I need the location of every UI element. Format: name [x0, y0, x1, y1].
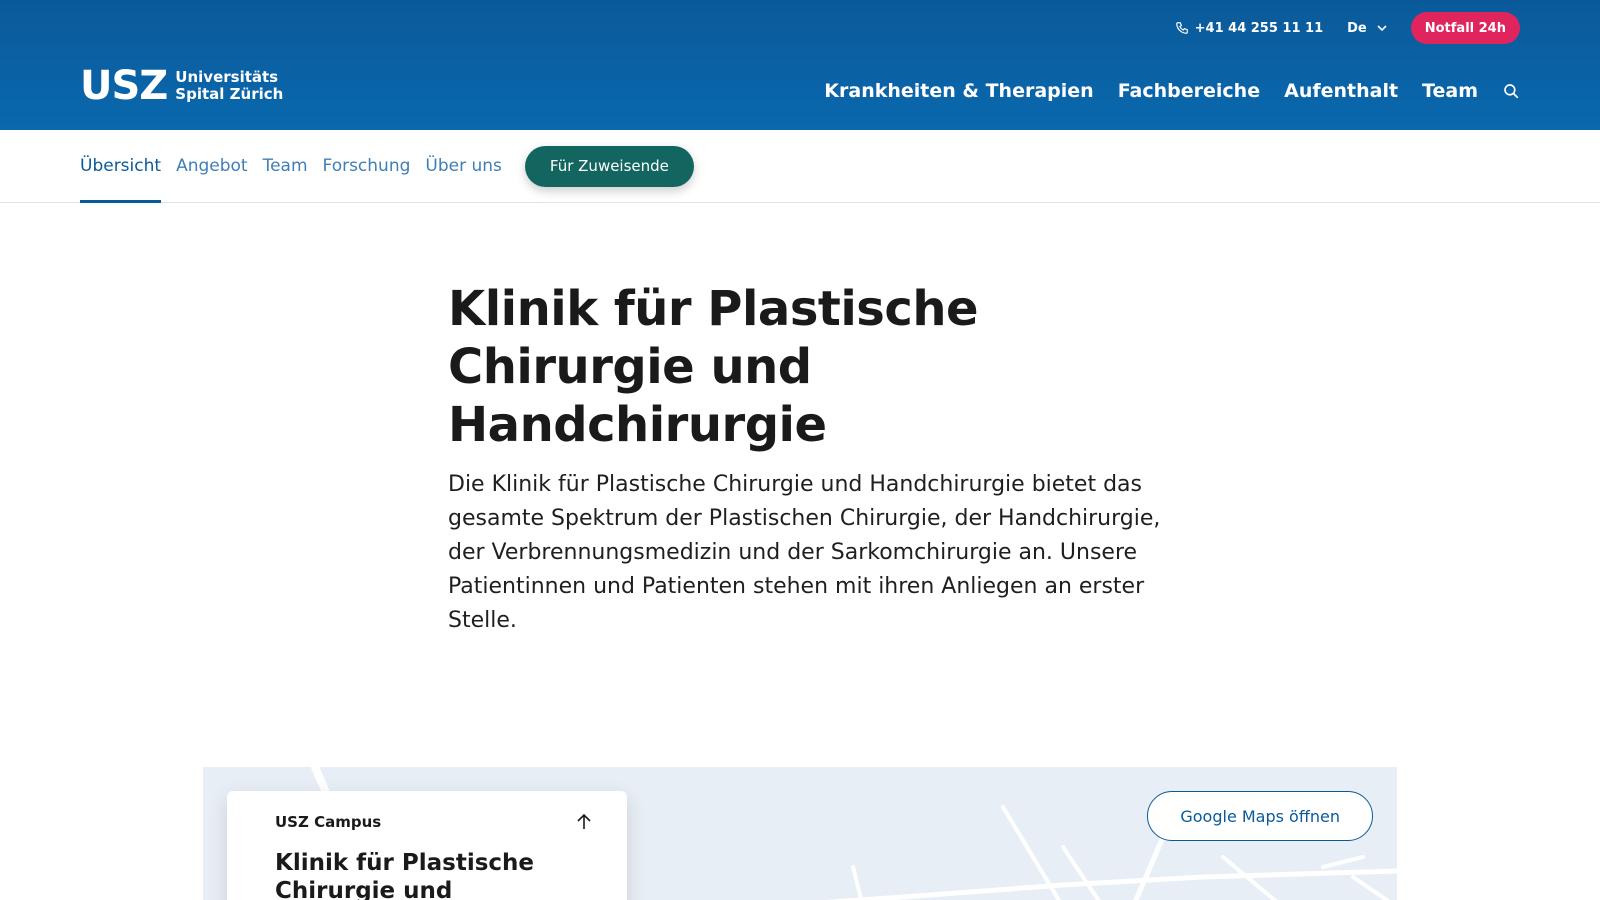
- subnav-item-uebersicht[interactable]: Übersicht: [80, 130, 162, 203]
- logo-line-2: Spital Zürich: [175, 85, 284, 103]
- nav-item-krankheiten[interactable]: Krankheiten & Therapien: [824, 80, 1093, 102]
- location-card[interactable]: USZ Campus Klinik für Plastische Chirurg…: [227, 791, 627, 900]
- card-title: Klinik für Plastische Chirurgie und Hand…: [275, 850, 535, 900]
- language-label: De: [1347, 20, 1367, 36]
- logo-wordmark: Universitäts Spital Zürich: [175, 69, 283, 103]
- subnav-item-ueber-uns[interactable]: Über uns: [425, 130, 502, 202]
- logo-mark: USZ: [80, 63, 168, 109]
- search-icon[interactable]: [1502, 82, 1520, 100]
- chevron-down-icon: [1377, 25, 1387, 32]
- subnav-item-angebot[interactable]: Angebot: [176, 130, 248, 202]
- subnav-item-team[interactable]: Team: [263, 130, 308, 202]
- referrer-button[interactable]: Für Zuweisende: [524, 145, 694, 187]
- google-maps-button[interactable]: Google Maps öffnen: [1147, 791, 1373, 841]
- phone-link[interactable]: +41 44 255 11 11: [1175, 20, 1324, 36]
- nav-item-fachbereiche[interactable]: Fachbereiche: [1118, 80, 1260, 102]
- section-subnav: Übersicht Angebot Team Forschung Über un…: [0, 130, 1600, 203]
- nav-item-team[interactable]: Team: [1422, 80, 1478, 102]
- hero-section: Klinik für Plastische Chirurgie und Hand…: [448, 280, 1168, 638]
- nav-item-aufenthalt[interactable]: Aufenthalt: [1284, 80, 1398, 102]
- intro-text: Die Klinik für Plastische Chirurgie und …: [448, 472, 1161, 633]
- main-nav: Krankheiten & Therapien Fachbereiche Auf…: [824, 80, 1520, 102]
- site-header: +41 44 255 11 11 De Notfall 24h USZ Univ…: [0, 0, 1600, 130]
- location-map[interactable]: USZ Campus Klinik für Plastische Chirurg…: [203, 767, 1397, 900]
- page-title: Klinik für Plastische Chirurgie und Hand…: [448, 281, 979, 453]
- arrow-up-icon[interactable]: [575, 813, 593, 831]
- phone-icon: [1175, 22, 1188, 34]
- card-eyebrow: USZ Campus: [275, 813, 382, 831]
- language-select[interactable]: De: [1347, 21, 1387, 36]
- phone-number: +41 44 255 11 11: [1194, 20, 1324, 36]
- logo-line-1: Universitäts: [175, 68, 279, 86]
- utility-bar: +41 44 255 11 11 De Notfall 24h: [1175, 12, 1520, 44]
- emergency-button[interactable]: Notfall 24h: [1410, 12, 1520, 44]
- usz-logo[interactable]: USZ Universitäts Spital Zürich: [80, 66, 283, 106]
- subnav-item-forschung[interactable]: Forschung: [323, 130, 411, 202]
